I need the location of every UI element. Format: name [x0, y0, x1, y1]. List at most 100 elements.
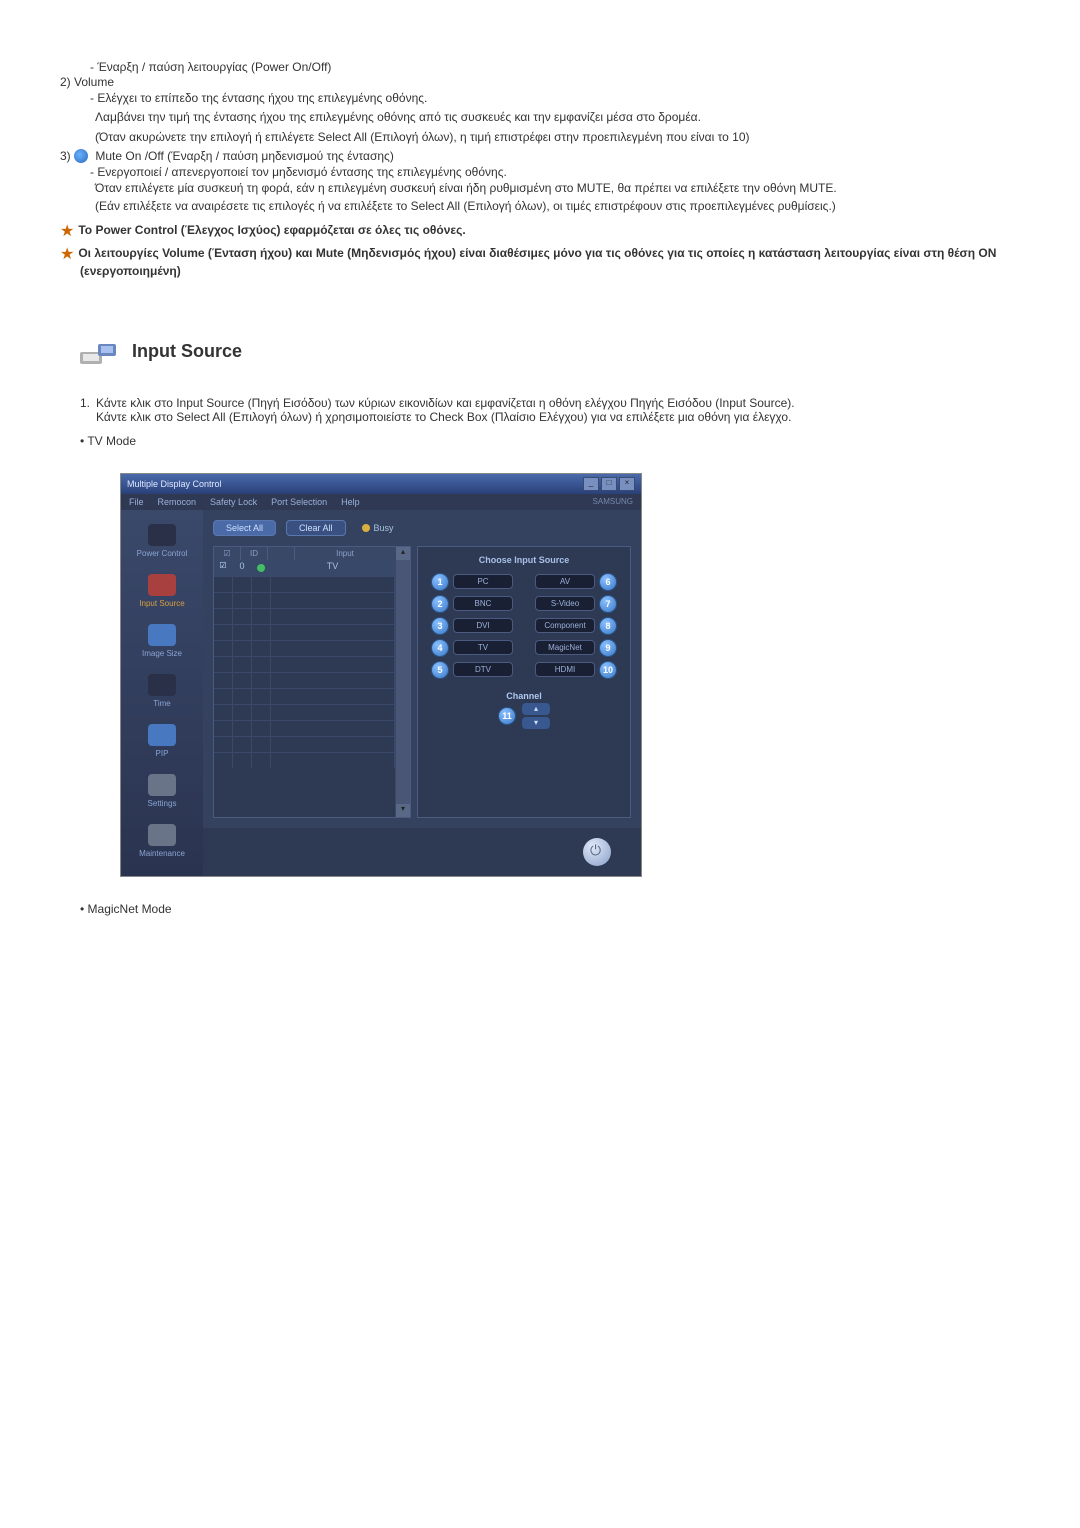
- power-icon: [148, 524, 176, 546]
- col-input: Input: [295, 547, 395, 560]
- sidebar-item-input-source[interactable]: Input Source: [121, 568, 203, 618]
- sidebar-item-pip[interactable]: PIP: [121, 718, 203, 768]
- minimize-button[interactable]: _: [583, 477, 599, 491]
- src-dvi-button[interactable]: DVI: [453, 618, 513, 633]
- image-size-icon: [148, 624, 176, 646]
- badge-9: 9: [599, 639, 617, 657]
- item-2-line2: Λαμβάνει την τιμή της έντασης ήχου της ε…: [95, 109, 1040, 125]
- row-checkbox[interactable]: ☑: [214, 561, 233, 576]
- mute-icon: [74, 149, 88, 163]
- item-3-dash: - Ενεργοποιεί / απενεργοποιεί τον μηδενι…: [90, 165, 1040, 179]
- src-svideo-button[interactable]: S-Video: [535, 596, 595, 611]
- badge-8: 8: [599, 617, 617, 635]
- app-title: Multiple Display Control: [127, 479, 222, 489]
- src-av-button[interactable]: AV: [535, 574, 595, 589]
- badge-3: 3: [431, 617, 449, 635]
- sidebar-item-label: Input Source: [123, 599, 201, 608]
- channel-up-button[interactable]: ▴: [522, 703, 550, 715]
- src-bnc-button[interactable]: BNC: [453, 596, 513, 611]
- row-id: 0: [233, 561, 252, 576]
- table-row[interactable]: [214, 672, 395, 688]
- busy-indicator: Busy: [362, 523, 394, 533]
- sidebar-item-label: PIP: [123, 749, 201, 758]
- menu-file[interactable]: File: [129, 497, 144, 507]
- section-title: Input Source: [132, 341, 242, 362]
- clear-all-button[interactable]: Clear All: [286, 520, 346, 536]
- grid-body: ☑ 0 TV: [214, 560, 395, 817]
- badge-4: 4: [431, 639, 449, 657]
- src-dtv-button[interactable]: DTV: [453, 662, 513, 677]
- item-3-line2: Όταν επιλέγετε μία συσκευή τη φορά, εάν …: [95, 180, 1040, 196]
- sidebar-item-power[interactable]: Power Control: [121, 518, 203, 568]
- badge-5: 5: [431, 661, 449, 679]
- src-hdmi-button[interactable]: HDMI: [535, 662, 595, 677]
- window-buttons: _ □ ×: [583, 477, 635, 491]
- col-id: ID: [241, 547, 268, 560]
- power-button[interactable]: [583, 838, 611, 866]
- table-row[interactable]: [214, 752, 395, 768]
- item-3-line3: (Εάν επιλέξετε να αναιρέσετε τις επιλογέ…: [95, 198, 1040, 214]
- src-tv-button[interactable]: TV: [453, 640, 513, 655]
- menu-port-selection[interactable]: Port Selection: [271, 497, 327, 507]
- busy-dot-icon: [362, 524, 370, 532]
- sidebar: Power Control Input Source Image Size Ti…: [121, 510, 203, 876]
- col-checkbox[interactable]: ☑: [214, 547, 241, 560]
- menu-help[interactable]: Help: [341, 497, 360, 507]
- table-row[interactable]: [214, 576, 395, 592]
- item-2-line3: (Όταν ακυρώνετε την επιλογή ή επιλέγετε …: [95, 129, 1040, 145]
- scroll-down-button[interactable]: ▾: [396, 804, 410, 817]
- table-row[interactable]: ☑ 0 TV: [214, 560, 395, 576]
- col-status: [268, 547, 295, 560]
- channel-label: Channel: [506, 691, 542, 701]
- p2-text: Κάντε κλικ στο Select All (Επιλογή όλων)…: [96, 410, 1040, 424]
- item-2-volume: 2) Volume: [60, 75, 1040, 89]
- badge-6: 6: [599, 573, 617, 591]
- menu-safety-lock[interactable]: Safety Lock: [210, 497, 257, 507]
- table-row[interactable]: [214, 640, 395, 656]
- scroll-up-button[interactable]: ▴: [396, 547, 410, 560]
- maximize-button[interactable]: □: [601, 477, 617, 491]
- panel-title: Choose Input Source: [479, 555, 570, 565]
- sidebar-item-label: Image Size: [123, 649, 201, 658]
- table-row[interactable]: [214, 704, 395, 720]
- src-magicnet-button[interactable]: MagicNet: [535, 640, 595, 655]
- power-onoff-line: - Έναρξη / παύση λειτουργίας (Power On/O…: [90, 60, 1040, 74]
- src-pc-button[interactable]: PC: [453, 574, 513, 589]
- table-row[interactable]: [214, 592, 395, 608]
- table-row[interactable]: [214, 736, 395, 752]
- toolbar: Select All Clear All Busy: [203, 510, 641, 546]
- table-row[interactable]: [214, 608, 395, 624]
- table-row[interactable]: [214, 688, 395, 704]
- badge-1: 1: [431, 573, 449, 591]
- table-row[interactable]: [214, 624, 395, 640]
- input-source-panel: Choose Input Source 1 PC 2 BNC 3 DVI 4 TV 5D…: [417, 546, 631, 818]
- row-status: [252, 561, 271, 576]
- maintenance-icon: [148, 824, 176, 846]
- sidebar-item-maintenance[interactable]: Maintenance: [121, 818, 203, 868]
- p1-num: 1.: [80, 396, 90, 424]
- input-source-icon: [148, 574, 176, 596]
- menu-remocon[interactable]: Remocon: [158, 497, 197, 507]
- table-row[interactable]: [214, 656, 395, 672]
- close-button[interactable]: ×: [619, 477, 635, 491]
- sidebar-item-label: Settings: [123, 799, 201, 808]
- sidebar-item-image-size[interactable]: Image Size: [121, 618, 203, 668]
- menubar: File Remocon Safety Lock Port Selection …: [121, 494, 641, 510]
- scrollbar[interactable]: ▴ ▾: [395, 547, 410, 817]
- pip-icon: [148, 724, 176, 746]
- sidebar-item-time[interactable]: Time: [121, 668, 203, 718]
- p1-text: Κάντε κλικ στο Input Source (Πηγή Εισόδο…: [96, 396, 1040, 410]
- sidebar-item-settings[interactable]: Settings: [121, 768, 203, 818]
- channel-down-button[interactable]: ▾: [522, 717, 550, 729]
- src-component-button[interactable]: Component: [535, 618, 595, 633]
- busy-label: Busy: [374, 523, 394, 533]
- paragraph-1: 1. Κάντε κλικ στο Input Source (Πηγή Εισ…: [80, 396, 1040, 424]
- select-all-button[interactable]: Select All: [213, 520, 276, 536]
- sidebar-item-label: Power Control: [123, 549, 201, 558]
- footer: [203, 828, 641, 876]
- sidebar-item-label: Maintenance: [123, 849, 201, 858]
- badge-2: 2: [431, 595, 449, 613]
- table-row[interactable]: [214, 720, 395, 736]
- star-note-2: ★Οι λειτουργίες Volume (Ένταση ήχου) και…: [60, 244, 1040, 278]
- brand-label: SAMSUNG: [593, 497, 633, 507]
